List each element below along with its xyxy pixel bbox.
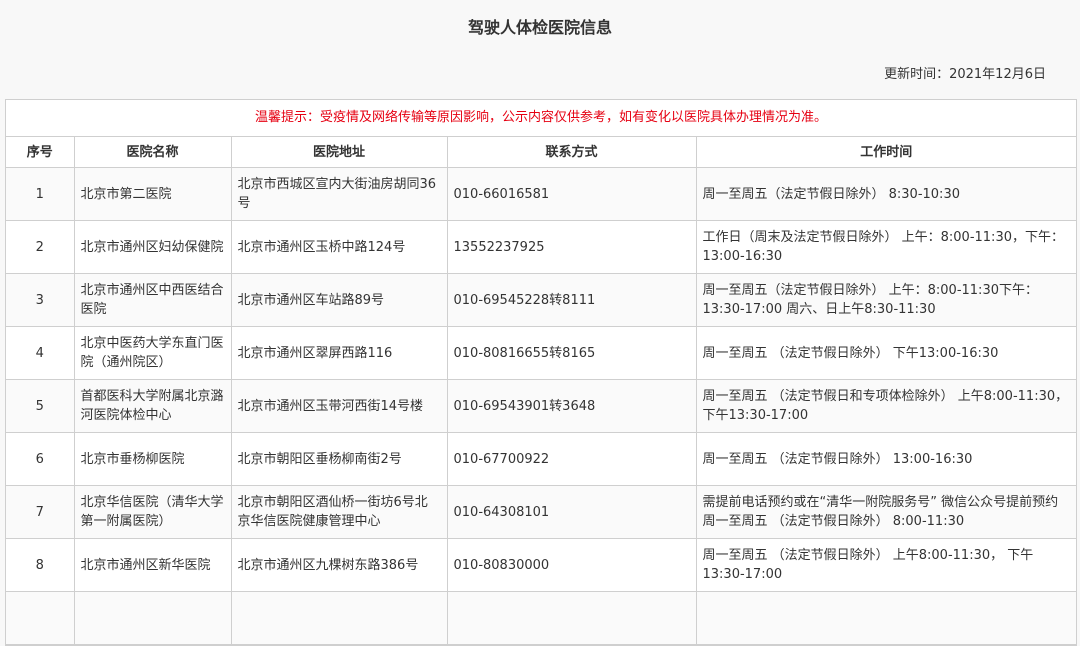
row-hospital-name: 北京华信医院（清华大学第一附属医院）	[74, 485, 232, 539]
table-row: 8 北京市通州区新华医院 北京市通州区九棵树东路386号 010-8083000…	[6, 538, 1076, 592]
row-hospital-name: 北京市通州区中西医结合医院	[74, 273, 232, 327]
row-hours: 周一至周五（法定节假日除外） 上午：8:00-11:30下午：13:30-17:…	[696, 273, 1076, 327]
row-hospital-name: 北京中医药大学东直门医院（通州院区）	[74, 326, 232, 380]
row-address: 北京市朝阳区垂杨柳南街2号	[231, 432, 448, 486]
row-hours	[696, 591, 1076, 645]
header-hours: 工作时间	[696, 137, 1076, 168]
row-no: 2	[6, 220, 75, 274]
row-hospital-name: 北京市通州区妇幼保健院	[74, 220, 232, 274]
table-row	[6, 591, 1076, 645]
row-no: 5	[6, 379, 75, 433]
row-hours: 周一至周五 （法定节假日除外） 13:00-16:30	[696, 432, 1076, 486]
hospital-table: 序号 医院名称 医院地址 联系方式 工作时间 1 北京市第二医院 北京市西城区宣…	[6, 137, 1076, 645]
row-hospital-name: 首都医科大学附属北京潞河医院体检中心	[74, 379, 232, 433]
row-hours: 周一至周五 （法定节假日除外） 下午13:00-16:30	[696, 326, 1076, 380]
row-hospital-name: 北京市第二医院	[74, 167, 232, 221]
row-no: 1	[6, 167, 75, 221]
row-phone	[447, 591, 697, 645]
row-phone: 010-64308101	[447, 485, 697, 539]
header-address: 医院地址	[231, 137, 448, 168]
table-row: 7 北京华信医院（清华大学第一附属医院） 北京市朝阳区酒仙桥一街坊6号北京华信医…	[6, 485, 1076, 539]
row-hospital-name: 北京市通州区新华医院	[74, 538, 232, 592]
row-no: 4	[6, 326, 75, 380]
row-hours: 周一至周五 （法定节假日除外） 上午8:00-11:30， 下午13:30-17…	[696, 538, 1076, 592]
row-no: 8	[6, 538, 75, 592]
row-hours: 工作日（周末及法定节假日除外） 上午：8:00-11:30，下午：13:00-1…	[696, 220, 1076, 274]
table-row: 1 北京市第二医院 北京市西城区宣内大街油房胡同36号 010-66016581…	[6, 167, 1076, 221]
table-row: 6 北京市垂杨柳医院 北京市朝阳区垂杨柳南街2号 010-67700922 周一…	[6, 432, 1076, 486]
row-address: 北京市通州区九棵树东路386号	[231, 538, 448, 592]
row-phone: 13552237925	[447, 220, 697, 274]
row-phone: 010-66016581	[447, 167, 697, 221]
row-no: 6	[6, 432, 75, 486]
update-time: 更新时间：2021年12月6日	[884, 67, 1046, 82]
row-no: 7	[6, 485, 75, 539]
table-row: 4 北京中医药大学东直门医院（通州院区） 北京市通州区翠屏西路116 010-8…	[6, 326, 1076, 380]
table-row: 3 北京市通州区中西医结合医院 北京市通州区车站路89号 010-6954522…	[6, 273, 1076, 327]
page-title: 驾驶人体检医院信息	[467, 18, 612, 37]
row-address: 北京市通州区翠屏西路116	[231, 326, 448, 380]
row-phone: 010-69545228转8111	[447, 273, 697, 327]
row-address: 北京市通州区玉带河西街14号楼	[231, 379, 448, 433]
row-address	[231, 591, 448, 645]
header-no: 序号	[6, 137, 75, 168]
row-hospital-name: 北京市垂杨柳医院	[74, 432, 232, 486]
header-name: 医院名称	[74, 137, 232, 168]
row-no: 3	[6, 273, 75, 327]
table-row: 2 北京市通州区妇幼保健院 北京市通州区玉桥中路124号 13552237925…	[6, 220, 1076, 274]
notice-banner: 温馨提示：受疫情及网络传输等原因影响，公示内容仅供参考，如有变化以医院具体办理情…	[6, 100, 1076, 137]
row-phone: 010-69543901转3648	[447, 379, 697, 433]
row-hospital-name	[74, 591, 232, 645]
table-header-row: 序号 医院名称 医院地址 联系方式 工作时间	[6, 137, 1076, 168]
row-hours: 周一至周五 （法定节假日和专项体检除外） 上午8:00-11:30， 下午13:…	[696, 379, 1076, 433]
row-address: 北京市通州区车站路89号	[231, 273, 448, 327]
row-address: 北京市西城区宣内大街油房胡同36号	[231, 167, 448, 221]
row-address: 北京市通州区玉桥中路124号	[231, 220, 448, 274]
row-hours: 周一至周五（法定节假日除外） 8:30-10:30	[696, 167, 1076, 221]
table-row: 5 首都医科大学附属北京潞河医院体检中心 北京市通州区玉带河西街14号楼 010…	[6, 379, 1076, 433]
row-address: 北京市朝阳区酒仙桥一街坊6号北京华信医院健康管理中心	[231, 485, 448, 539]
row-no	[6, 591, 75, 645]
row-phone: 010-67700922	[447, 432, 697, 486]
row-phone: 010-80816655转8165	[447, 326, 697, 380]
row-phone: 010-80830000	[447, 538, 697, 592]
hospital-table-container: 温馨提示：受疫情及网络传输等原因影响，公示内容仅供参考，如有变化以医院具体办理情…	[5, 99, 1077, 646]
header-phone: 联系方式	[447, 137, 697, 168]
row-hours: 需提前电话预约或在“清华一附院服务号” 微信公众号提前预约 周一至周五 （法定节…	[696, 485, 1076, 539]
